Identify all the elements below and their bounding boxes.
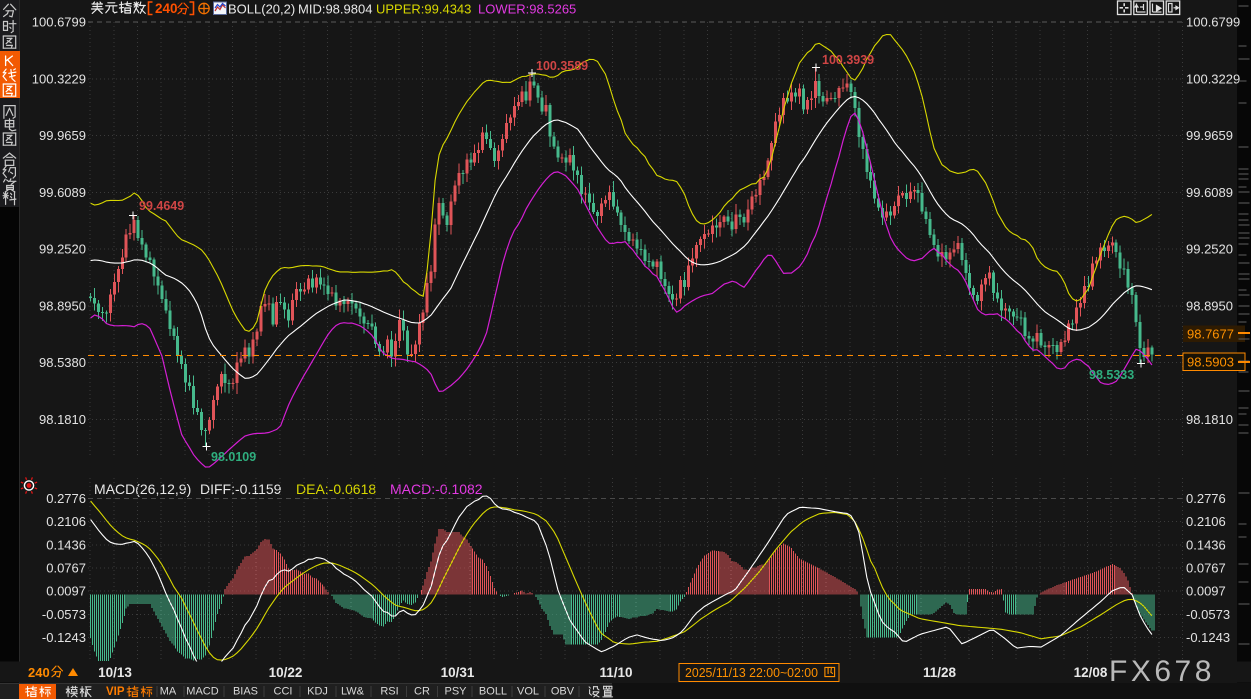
svg-text:MID:98.9804: MID:98.9804 [298, 2, 372, 17]
svg-text:98.8950: 98.8950 [39, 298, 86, 313]
svg-text:99.4649: 99.4649 [139, 199, 184, 213]
svg-text:MA: MA [160, 686, 177, 698]
svg-text:DEA:-0.0618: DEA:-0.0618 [296, 481, 376, 497]
svg-text:BOLL: BOLL [479, 686, 507, 698]
svg-text:10/31: 10/31 [441, 665, 475, 680]
svg-text:100.3229: 100.3229 [1186, 71, 1240, 86]
svg-text:VIP: VIP [106, 686, 125, 698]
svg-text:VOL: VOL [517, 686, 539, 698]
svg-text:LW&: LW& [341, 686, 365, 698]
svg-text:100.6799: 100.6799 [32, 15, 86, 30]
svg-text:2025/11/13 22:00~02:00: 2025/11/13 22:00~02:00 [685, 666, 818, 680]
svg-text:98.7677: 98.7677 [1187, 327, 1234, 342]
svg-text:0.2776: 0.2776 [46, 491, 86, 506]
svg-text:240: 240 [155, 1, 178, 16]
svg-text:-0.1243: -0.1243 [42, 630, 86, 645]
svg-text:0.1436: 0.1436 [46, 537, 86, 552]
svg-text:11/10: 11/10 [599, 665, 632, 680]
svg-text:99.6089: 99.6089 [1186, 185, 1233, 200]
svg-text:-0.0573: -0.0573 [1186, 607, 1230, 622]
svg-text:BOLL(20,2): BOLL(20,2) [228, 2, 295, 17]
svg-text:0.1436: 0.1436 [1186, 537, 1226, 552]
svg-text:100.6799: 100.6799 [1186, 15, 1240, 30]
svg-text:OBV: OBV [551, 686, 575, 698]
svg-text:0.2106: 0.2106 [46, 514, 86, 529]
svg-text:CCI: CCI [274, 686, 293, 698]
svg-text:100.3229: 100.3229 [32, 71, 86, 86]
svg-text:99.6089: 99.6089 [39, 185, 86, 200]
svg-text:0.2106: 0.2106 [1186, 514, 1226, 529]
svg-text:99.2520: 99.2520 [1186, 242, 1233, 257]
svg-text:BIAS: BIAS [233, 686, 258, 698]
svg-text:98.5903: 98.5903 [1187, 355, 1234, 370]
svg-text:99.2520: 99.2520 [39, 242, 86, 257]
svg-text:DIFF:-0.1159: DIFF:-0.1159 [200, 481, 282, 497]
svg-text:PSY: PSY [444, 686, 467, 698]
svg-text:98.1810: 98.1810 [1186, 412, 1233, 427]
svg-text:-0.1243: -0.1243 [1186, 630, 1230, 645]
svg-text:100.3939: 100.3939 [822, 53, 874, 67]
svg-text:98.1810: 98.1810 [39, 412, 86, 427]
svg-text:0.2776: 0.2776 [1186, 491, 1226, 506]
svg-text:RSI: RSI [380, 686, 398, 698]
svg-text:-0.0573: -0.0573 [42, 607, 86, 622]
svg-text:MACD(26,12,9): MACD(26,12,9) [94, 481, 191, 497]
svg-text:99.9659: 99.9659 [1186, 128, 1233, 143]
svg-text:MACD: MACD [186, 686, 218, 698]
svg-text:KDJ: KDJ [307, 686, 328, 698]
svg-text:0.0767: 0.0767 [1186, 561, 1226, 576]
svg-text:100.3589: 100.3589 [536, 59, 588, 73]
svg-text:0.0097: 0.0097 [1186, 584, 1226, 599]
svg-text:0.0767: 0.0767 [46, 561, 86, 576]
svg-text:99.9659: 99.9659 [39, 128, 86, 143]
svg-text:10/22: 10/22 [269, 665, 303, 680]
svg-text:MACD:-0.1082: MACD:-0.1082 [390, 481, 483, 497]
svg-text:UPPER:99.4343: UPPER:99.4343 [376, 2, 471, 17]
svg-text:98.5380: 98.5380 [39, 355, 86, 370]
svg-text:0.0097: 0.0097 [46, 584, 86, 599]
svg-text:240: 240 [28, 665, 50, 680]
svg-text:11/28: 11/28 [923, 665, 957, 680]
svg-text:98.0109: 98.0109 [211, 450, 256, 464]
svg-text:12/08: 12/08 [1074, 665, 1108, 680]
svg-text:LOWER:98.5265: LOWER:98.5265 [478, 2, 576, 17]
svg-text:98.8950: 98.8950 [1186, 298, 1233, 313]
svg-text:10/13: 10/13 [98, 665, 132, 680]
svg-text:CR: CR [414, 686, 430, 698]
svg-text:98.5333: 98.5333 [1089, 368, 1134, 382]
